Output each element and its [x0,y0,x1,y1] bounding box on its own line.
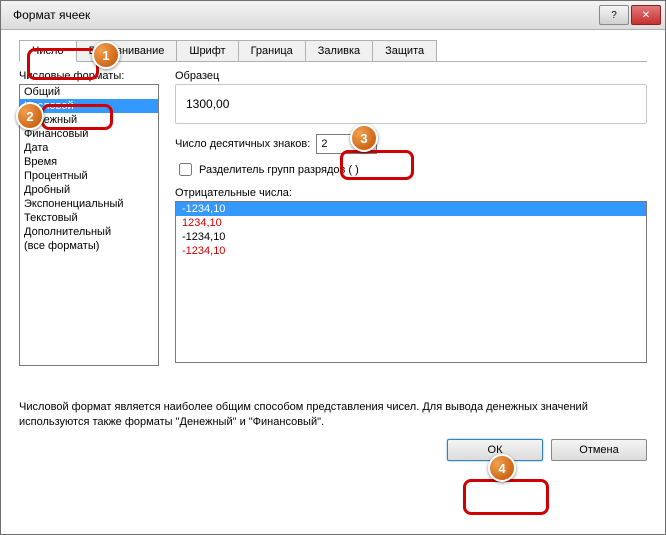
list-item[interactable]: Экспоненциальный [20,197,158,211]
callout-badge: 2 [16,102,44,130]
sample-value: 1300,00 [175,84,647,124]
list-item[interactable]: 1234,10 [176,216,646,230]
thousands-separator-label: Разделитель групп разрядов ( ) [199,164,359,176]
button-row: ОК Отмена [19,431,647,461]
dialog-body: Число Выравнивание Шрифт Граница Заливка… [1,30,665,534]
tab-font[interactable]: Шрифт [176,40,238,61]
category-listbox[interactable]: Общий Числовой Денежный Финансовый Дата … [19,84,159,366]
tab-protection[interactable]: Защита [372,40,437,61]
tab-fill[interactable]: Заливка [305,40,373,61]
tab-number[interactable]: Число [19,40,77,62]
list-item[interactable]: -1234,10 [176,230,646,244]
thousands-separator-checkbox[interactable] [179,163,192,176]
window-title: Формат ячеек [5,8,597,22]
callout-badge: 4 [488,454,516,482]
tab-alignment[interactable]: Выравнивание [76,40,178,61]
callout-badge: 1 [92,41,120,69]
callout-badge: 3 [350,124,378,152]
list-item[interactable]: Текстовый [20,211,158,225]
cancel-button[interactable]: Отмена [551,439,647,461]
list-item[interactable]: (все форматы) [20,239,158,253]
decimal-places-label: Число десятичных знаков: [175,138,310,150]
format-cells-dialog: Формат ячеек ? ✕ Число Выравнивание Шриф… [0,0,666,535]
format-description: Числовой формат является наиболее общим … [19,400,647,431]
list-item[interactable]: Финансовый [20,127,158,141]
category-label: Числовые форматы: [19,70,159,82]
titlebar: Формат ячеек ? ✕ [1,1,665,30]
options-panel: Образец 1300,00 Число десятичных знаков:… [175,70,647,366]
list-item[interactable]: -1234,10 [176,202,646,216]
list-item[interactable]: Дополнительный [20,225,158,239]
list-item[interactable]: Время [20,155,158,169]
list-item[interactable]: Дата [20,141,158,155]
list-item[interactable]: Дробный [20,183,158,197]
close-button[interactable]: ✕ [631,5,661,25]
negative-numbers-label: Отрицательные числа: [175,187,647,199]
help-button[interactable]: ? [599,5,629,25]
tab-border[interactable]: Граница [238,40,306,61]
list-item[interactable]: Процентный [20,169,158,183]
negative-numbers-listbox[interactable]: -1234,10 1234,10 -1234,10 -1234,10 [175,201,647,363]
list-item[interactable]: Общий [20,85,158,99]
sample-label: Образец [175,70,647,82]
list-item[interactable]: -1234,10 [176,244,646,258]
